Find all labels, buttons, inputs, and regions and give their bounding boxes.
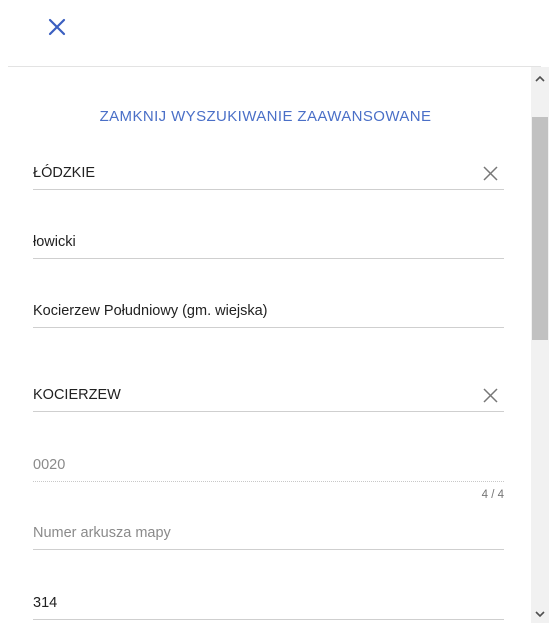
scroll-up-button[interactable] — [531, 69, 549, 87]
scroll-down-button[interactable] — [531, 605, 549, 623]
scrollbar-thumb[interactable] — [532, 117, 548, 340]
commune-value: Kocierzew Południowy (gm. wiejska) — [33, 303, 268, 319]
close-button[interactable] — [44, 14, 70, 40]
voivodeship-field[interactable]: ŁÓDZKIE — [33, 153, 504, 190]
parcel-field[interactable]: 314 — [33, 583, 504, 620]
clear-precinct-button[interactable] — [480, 385, 500, 405]
map-sheet-placeholder: Numer arkusza mapy — [33, 525, 171, 541]
county-field[interactable]: łowicki — [33, 222, 504, 259]
advanced-search-panel: ZAMKNIJ WYSZUKIWANIE ZAAWANSOWANE ŁÓDZKI… — [0, 67, 531, 623]
parcel-value: 314 — [33, 595, 58, 611]
county-value: łowicki — [33, 234, 76, 250]
character-counter: 4 / 4 — [481, 489, 504, 501]
close-icon — [482, 387, 498, 403]
voivodeship-value: ŁÓDZKIE — [33, 165, 96, 181]
commune-field[interactable]: Kocierzew Południowy (gm. wiejska) — [33, 291, 504, 328]
parcel-number-value: 0020 — [33, 457, 66, 473]
close-advanced-search-link[interactable]: ZAMKNIJ WYSZUKIWANIE ZAAWANSOWANE — [0, 108, 531, 125]
clear-voivodeship-button[interactable] — [480, 163, 500, 183]
parcel-number-field[interactable]: 0020 — [33, 445, 504, 482]
chevron-down-icon — [535, 610, 545, 617]
close-icon — [482, 165, 498, 181]
close-icon — [48, 18, 66, 36]
map-sheet-field[interactable]: Numer arkusza mapy — [33, 513, 504, 550]
precinct-value: KOCIERZEW — [33, 387, 121, 403]
precinct-field[interactable]: KOCIERZEW — [33, 375, 504, 412]
chevron-up-icon — [535, 75, 545, 82]
scrollbar[interactable] — [531, 67, 549, 623]
